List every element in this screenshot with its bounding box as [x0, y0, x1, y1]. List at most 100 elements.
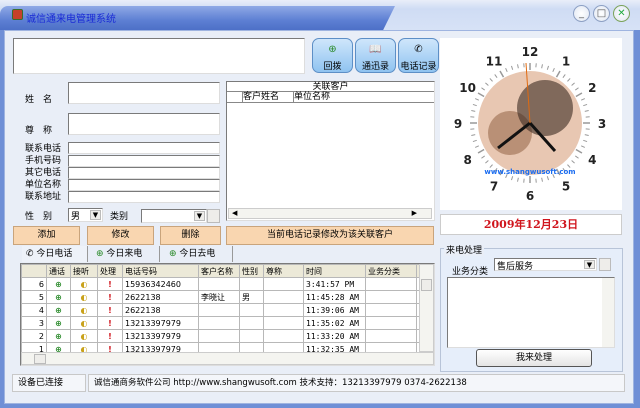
business-category-label: 业务分类 — [452, 267, 489, 277]
address-input[interactable] — [68, 191, 220, 203]
col-header[interactable]: 通话 — [46, 264, 71, 278]
contacts-button[interactable]: 📖 通迅录 — [355, 38, 396, 73]
category-edit-button[interactable] — [207, 209, 220, 223]
name-cell — [198, 316, 240, 330]
title-cell — [263, 329, 304, 343]
incoming-icon: ⊕ — [96, 249, 107, 259]
listen-icon[interactable]: ◐ — [70, 290, 98, 304]
table-row[interactable]: 2 ⊕ ◐! 13213397979 11:33:20 AM — [21, 329, 422, 343]
time-cell: 11:33:20 AM — [303, 329, 366, 343]
pending-icon[interactable]: ! — [97, 290, 123, 304]
close-button[interactable]: ✕ — [613, 5, 630, 22]
tab-today-outgoing[interactable]: ⊕ 今日去电 — [165, 246, 233, 262]
name-cell — [198, 329, 240, 343]
tab-today-incoming[interactable]: ⊕ 今日来电 — [92, 246, 160, 262]
scroll-thumb[interactable] — [421, 279, 432, 291]
clock-tick — [575, 92, 583, 98]
clock-tick — [471, 110, 476, 112]
category-select[interactable]: ▼ — [141, 209, 207, 223]
name-input[interactable] — [68, 82, 220, 104]
edit-button[interactable]: 修改 — [87, 226, 154, 245]
col-header[interactable]: 业务分类 — [365, 264, 417, 278]
pending-icon[interactable]: ! — [97, 316, 123, 330]
pending-icon[interactable]: ! — [97, 329, 123, 343]
phone-input[interactable] — [68, 142, 220, 154]
clock-tick — [552, 67, 555, 73]
col-header[interactable]: 性别 — [239, 264, 264, 278]
clock-tick — [510, 65, 514, 70]
scroll-thumb[interactable] — [34, 354, 46, 364]
col-header[interactable]: 时间 — [303, 264, 366, 278]
title-label: 尊 称 — [25, 126, 53, 136]
table-row[interactable]: 4 ⊕ ◐! 2622138 11:39:06 AM — [21, 303, 422, 317]
phone-cell: 13213397979 — [122, 329, 199, 343]
call-icon[interactable]: ⊕ — [46, 316, 71, 330]
clock-tick — [583, 139, 588, 143]
tab-today-calls[interactable]: ✆ 今日电话 — [22, 246, 88, 262]
clock-tick — [575, 155, 579, 159]
notes-vscrollbar[interactable] — [602, 278, 614, 347]
related-hscrollbar[interactable]: ◀ ▶ — [228, 208, 432, 219]
time-cell: 11:39:06 AM — [303, 303, 366, 317]
title-input[interactable] — [68, 113, 220, 135]
col-header[interactable]: 处理 — [97, 264, 123, 278]
phone-icon: ✆ — [26, 249, 37, 259]
call-icon[interactable]: ⊕ — [46, 303, 71, 317]
pending-icon[interactable]: ! — [97, 303, 123, 317]
listen-icon[interactable]: ◐ — [70, 316, 98, 330]
gender-value: 男 — [71, 212, 81, 222]
table-row[interactable]: 3 ⊕ ◐! 13213397979 11:35:02 AM — [21, 316, 422, 330]
pending-icon[interactable]: ! — [97, 277, 123, 291]
clock-tick — [472, 139, 477, 143]
clock-tick — [474, 98, 480, 101]
add-button[interactable]: 添加 — [13, 226, 80, 245]
gender-select[interactable]: 男 ▼ — [68, 208, 103, 222]
clock-number: 11 — [486, 55, 503, 69]
title-cell — [263, 316, 304, 330]
clock-tick — [505, 67, 508, 73]
listen-icon[interactable]: ◐ — [70, 303, 98, 317]
col-header[interactable]: 接听 — [70, 264, 98, 278]
clock-tick — [494, 74, 498, 78]
delete-button[interactable]: 删除 — [160, 226, 221, 245]
clock-watermark: www.shangwusoft.com — [484, 168, 575, 176]
calls-grid[interactable]: 通话 接听 处理 电话号码 客户名称 性别 尊称 时间 业务分类 6 ⊕ ◐! 15936342460… — [20, 263, 435, 366]
minimize-button[interactable]: _ — [573, 5, 590, 22]
call-icon[interactable]: ⊕ — [46, 329, 71, 343]
listen-icon[interactable]: ◐ — [70, 277, 98, 291]
business-category-select[interactable]: 售后服务 ▼ — [494, 258, 597, 272]
handling-notes-textarea[interactable] — [447, 277, 615, 348]
col-header[interactable] — [21, 264, 47, 278]
other-phone-input[interactable] — [68, 167, 220, 179]
call-icon[interactable]: ⊕ — [46, 290, 71, 304]
call-log-button[interactable]: ✆ 电话记录 — [398, 38, 439, 73]
name-cell — [198, 277, 240, 291]
related-customers-grid[interactable]: 关联客户 客户姓名 单位名称 ◀ ▶ — [226, 81, 435, 221]
call-icon[interactable]: ⊕ — [46, 277, 71, 291]
caller-display[interactable] — [13, 38, 305, 74]
listen-icon[interactable]: ◐ — [70, 329, 98, 343]
table-row[interactable]: 5 ⊕ ◐! 2622138 李晓让男 11:45:28 AM — [21, 290, 422, 304]
maximize-button[interactable]: □ — [593, 5, 610, 22]
chevron-down-icon: ▼ — [194, 211, 205, 221]
scroll-right-icon: ▶ — [411, 209, 417, 217]
name-cell — [198, 303, 240, 317]
status-info: 诚信通商务软件公司 http://www.shangwusoft.com 技术支… — [88, 374, 625, 392]
assign-customer-button[interactable]: 当前电话记录修改为该关联客户 — [226, 226, 434, 245]
title-cell — [263, 277, 304, 291]
handle-call-button[interactable]: 我来处理 — [476, 349, 592, 367]
phone-cell: 2622138 — [122, 290, 199, 304]
callback-button[interactable]: ⊕ 回拨 — [312, 38, 353, 73]
calls-vscrollbar[interactable] — [419, 264, 434, 352]
clock-number: 9 — [454, 117, 462, 131]
calls-hscrollbar[interactable] — [21, 352, 434, 365]
business-category-edit-button[interactable] — [599, 258, 611, 271]
col-header[interactable]: 尊称 — [263, 264, 304, 278]
clock-number: 12 — [522, 45, 539, 59]
company-input[interactable] — [68, 179, 220, 191]
col-header[interactable]: 电话号码 — [122, 264, 199, 278]
col-header[interactable]: 客户名称 — [198, 264, 240, 278]
category-cell — [365, 316, 417, 330]
table-row[interactable]: 6 ⊕ ◐! 15936342460 3:41:57 PM — [21, 277, 422, 291]
mobile-input[interactable] — [68, 155, 220, 167]
